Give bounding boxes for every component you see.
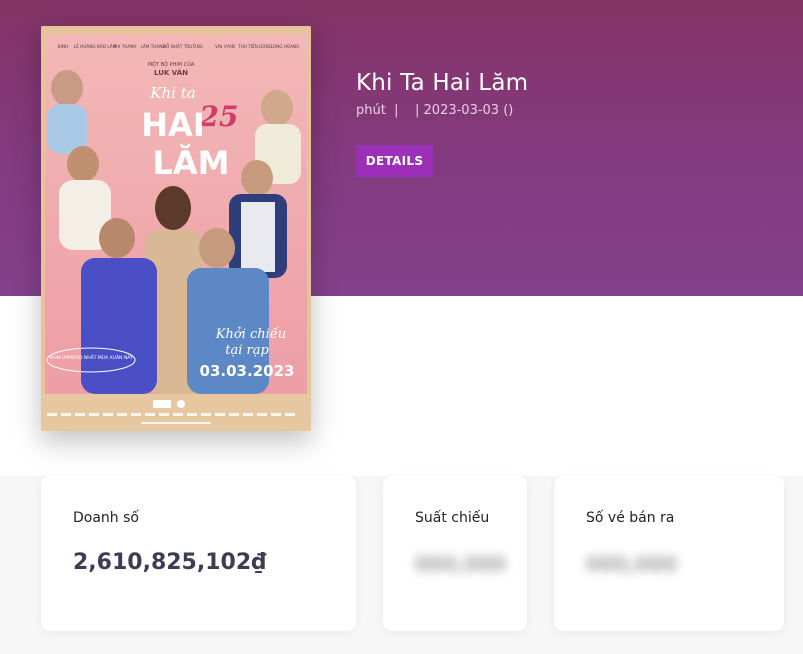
poster-director-line: MỘT BỘ PHIM CỦA [148,60,195,68]
poster-cast-name: LÂM THANH [140,44,165,49]
tickets-value: 000,000 [586,552,678,576]
revenue-label: Doanh số [73,510,139,526]
meta-separator: | [385,103,416,118]
movie-duration: phút [356,103,386,118]
poster-cast-name: LÊ HOÀNG BẢO LÂM [74,44,117,49]
revenue-value: 2,610,825,102₫ [73,550,267,575]
movie-title: Khi Ta Hai Lăm [356,70,529,96]
details-button[interactable]: DETAILS [356,145,433,177]
poster-title-main: HAI [141,106,204,144]
poster-cast-name: ĐỖ NHẬT TRƯỜNG [163,44,203,49]
screenings-value: 000,000 [415,552,507,576]
poster-release-date: 03.03.2023 [200,362,295,380]
movie-release-date: | 2023-03-03 () [415,103,514,118]
tickets-card: Số vé bán ra 000,000 [554,476,784,631]
poster-cast-name: VIN VYAN [215,44,235,49]
tickets-label: Số vé bán ra [586,510,675,526]
poster-title-top: Khi ta [149,84,195,102]
poster-cast-name: PHI THANH [113,44,136,49]
poster-cast-name: THÚ TIẾN DŨNG [237,43,272,49]
screenings-label: Suất chiếu [415,510,490,526]
poster-tagline-1: Khởi chiếu [215,326,286,342]
poster-cast-name: BINH [58,44,68,49]
poster-cast-name: LONG HOANG [271,44,300,49]
poster-tagline-2: tại rạp [225,343,269,358]
poster-title-bottom: LĂM [153,144,230,182]
movie-meta: phút | | 2023-03-03 () [356,103,513,118]
poster-director: LUK VÂN [154,68,188,77]
revenue-card: Doanh số 2,610,825,102₫ [41,476,356,631]
poster-image: BINH LÊ HOÀNG BẢO LÂM PHI THANH LÂM THAN… [41,26,311,431]
movie-poster[interactable]: BINH LÊ HOÀNG BẢO LÂM PHI THANH LÂM THAN… [41,26,311,431]
screenings-card: Suất chiếu 000,000 [383,476,527,631]
